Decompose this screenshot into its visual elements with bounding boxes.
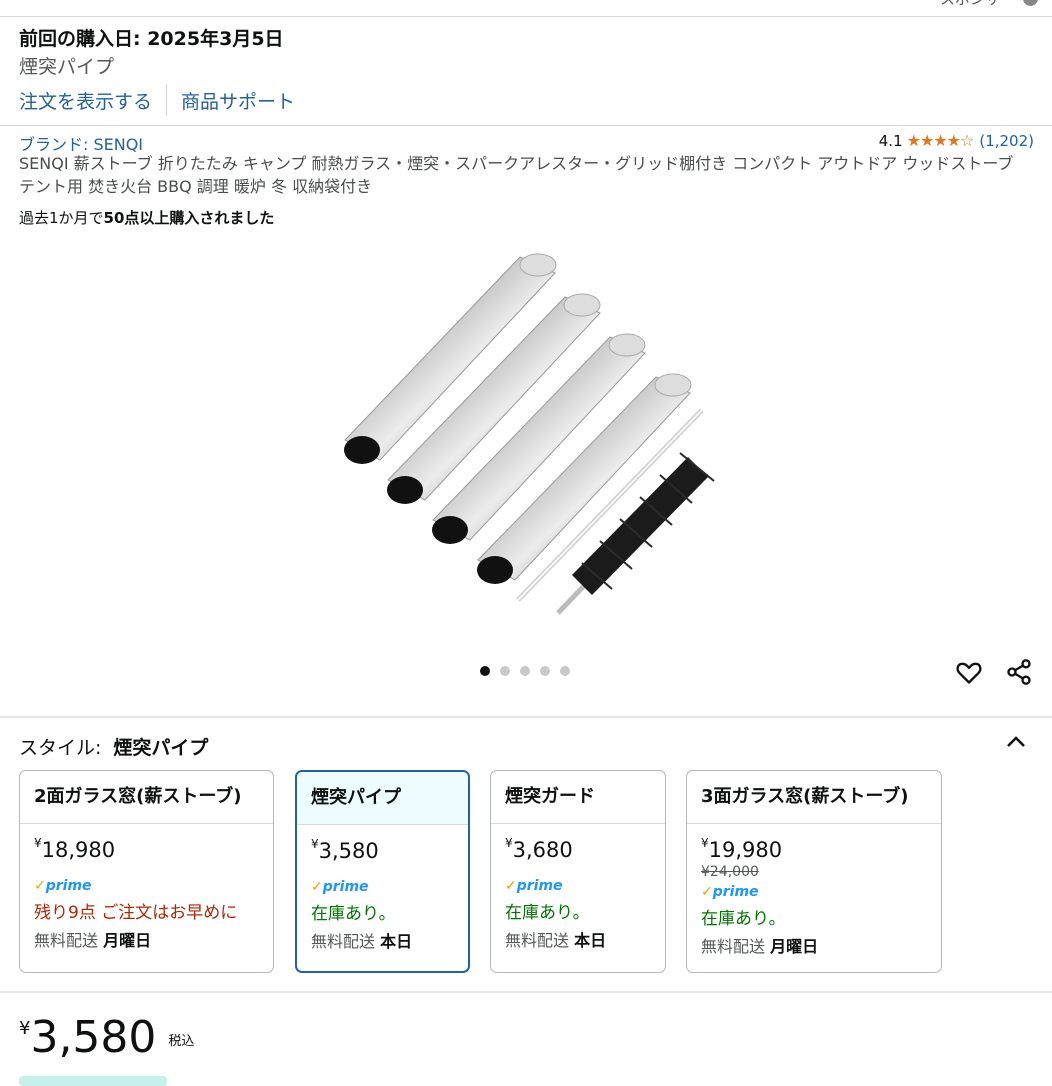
stock-status: 残り9点 ご注文はお早めに [34,903,238,923]
prime-text: prime [45,878,92,894]
prime-check-icon: ✓ [701,884,713,900]
tax-included-label: 税込 [168,1034,195,1049]
price-amount: 3,580 [30,1012,157,1063]
rating-value: 4.1 [878,131,903,150]
bought-count: 過去1か月で50点以上購入されました [19,207,274,228]
bought-prefix: 過去1か月で [19,209,104,227]
last-purchase-section: 前回の購入日: 2025年3月5日 煙突パイプ [19,28,284,79]
last-purchase-date: 前回の購入日: 2025年3月5日 [19,28,284,50]
style-option-price: ¥3,580 [297,837,468,863]
delivery-day: 本日 [574,931,607,950]
prime-check-icon: ✓ [311,879,323,895]
stock-status: 在庫あり。 [311,904,396,924]
prime-text: prime [712,884,759,900]
style-option-name: 煙突パイプ [297,772,468,825]
prime-check-icon: ✓ [505,878,517,894]
buy-box-price: ¥ 3,580 税込 [19,1010,194,1066]
stock-status: 在庫あり。 [505,903,590,923]
price-amount: 18,980 [41,838,116,862]
link-separator [166,84,168,116]
star-rating-icon: ★★★★☆ [906,131,975,150]
list-price: ¥24,000 [701,864,759,880]
prime-badge: ✓prime [297,879,468,895]
yen-symbol: ¥ [505,836,513,850]
view-order-link[interactable]: 注文を表示する [19,87,152,114]
delivery-info: 無料配送 月曜日 [20,927,273,951]
product-image[interactable] [330,245,730,625]
style-option-price: ¥3,680 [491,836,665,862]
price-amount: 19,980 [708,838,783,862]
chevron-up-icon[interactable] [1004,734,1028,750]
price-amount: 3,680 [512,838,573,862]
product-title[interactable]: SENQI 薪ストーブ 折りたたみ キャンプ 耐熱ガラス・煙突・スパークアレスタ… [19,152,1029,198]
style-option-card-selected[interactable]: 煙突パイプ ¥3,580 ✓prime 在庫あり。 無料配送 本日 [295,770,470,973]
carousel-dot[interactable] [500,666,510,676]
delivery-info: 無料配送 月曜日 [687,933,941,957]
info-icon[interactable] [1023,0,1038,6]
image-carousel-dots[interactable] [480,666,570,676]
sponsored-label[interactable]: スポンサー [940,0,1038,9]
style-option-card[interactable]: 煙突ガード ¥3,680 ✓prime 在庫あり。 無料配送 本日 [490,770,666,973]
style-selected-value: 煙突パイプ [113,737,209,759]
price-amount: 3,580 [318,839,379,863]
prime-badge: ✓prime [20,878,273,894]
share-icon[interactable] [1005,658,1033,686]
top-divider [0,16,1052,17]
rating-summary[interactable]: 4.1 ★★★★☆ (1,202) [879,131,1034,150]
sponsored-text: スポンサー [940,0,1015,9]
last-purchase-item: 煙突パイプ [19,56,115,78]
delivery-label: 無料配送 [311,932,376,951]
delivery-info: 無料配送 本日 [297,928,468,952]
prime-badge: ✓prime [491,878,665,894]
heart-icon[interactable] [955,658,983,686]
style-option-price: ¥19,980 [687,836,941,862]
delivery-label: 無料配送 [701,937,766,956]
style-label-text: スタイル: [19,737,102,759]
product-support-link[interactable]: 商品サポート [181,87,295,114]
style-option-price: ¥18,980 [20,836,273,862]
delivery-info: 無料配送 本日 [491,927,665,951]
yen-symbol: ¥ [311,837,319,851]
section-divider [0,125,1052,126]
carousel-dot[interactable] [540,666,550,676]
style-option-name: 2面ガラス窓(薪ストーブ) [20,771,273,824]
carousel-dot[interactable] [560,666,570,676]
yen-symbol: ¥ [34,836,42,850]
prime-check-icon: ✓ [34,878,46,894]
delivery-day: 月曜日 [103,931,152,950]
yen-symbol: ¥ [19,1018,31,1039]
style-option-name: 3面ガラス窓(薪ストーブ) [687,771,941,824]
delivery-day: 本日 [380,932,413,951]
prime-text: prime [516,878,563,894]
carousel-dot[interactable] [520,666,530,676]
delivery-day: 月曜日 [770,937,819,956]
prime-text: prime [322,879,369,895]
style-option-card[interactable]: 3面ガラス窓(薪ストーブ) ¥19,980 ¥24,000 ✓prime 在庫あ… [686,770,942,973]
delivery-label: 無料配送 [505,931,570,950]
style-option-name: 煙突ガード [491,771,665,824]
stock-status: 在庫あり。 [701,909,786,929]
style-label: スタイル: 煙突パイプ [19,733,208,760]
section-divider [0,716,1052,718]
carousel-dot[interactable] [480,666,490,676]
style-option-card[interactable]: 2面ガラス窓(薪ストーブ) ¥18,980 ✓prime 残り9点 ご注文はお早… [19,770,274,973]
last-purchase-links: 注文を表示する 商品サポート [19,84,295,116]
prime-badge: ✓prime [687,884,941,900]
yen-symbol: ¥ [701,836,709,850]
deal-badge [19,1076,167,1086]
review-count[interactable]: (1,202) [979,132,1034,150]
section-divider [0,991,1052,993]
bought-highlight: 50点以上購入されました [103,209,275,227]
delivery-label: 無料配送 [34,931,99,950]
